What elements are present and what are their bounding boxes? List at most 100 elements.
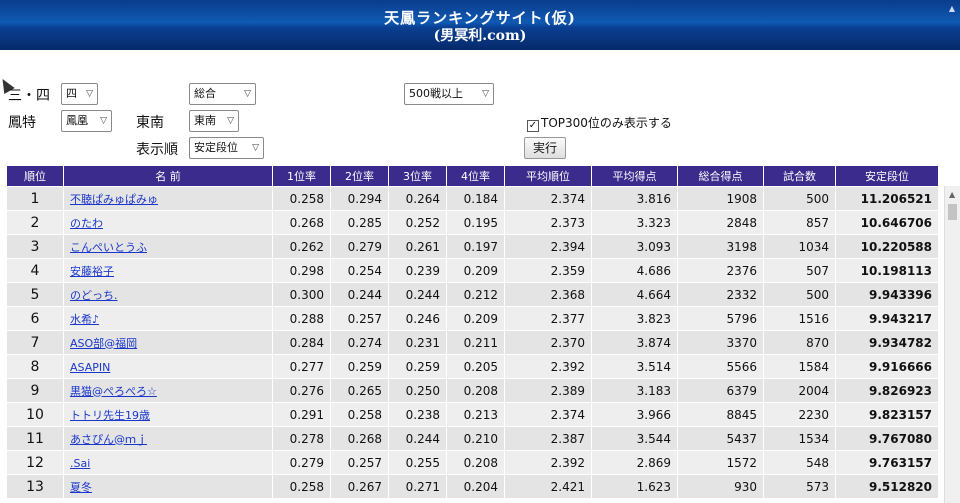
column-header: 名 前 [63, 165, 273, 187]
player-link[interactable]: 夏冬 [70, 481, 92, 494]
stat-cell: 9.512820 [835, 474, 939, 499]
player-link[interactable]: トトリ先生19歳 [70, 409, 150, 422]
games-select[interactable]: 500戦以上 ▽ [404, 83, 494, 105]
table-row: 11 あさぴん@ｍｊ 0.278 0.268 0.244 0.210 2.387 3.544 5… [6, 426, 939, 451]
chevron-down-icon: ▽ [227, 116, 234, 126]
stat-cell: 11.206521 [835, 186, 939, 211]
scroll-up-icon[interactable]: ▲ [949, 190, 955, 199]
stat-cell: 9.943217 [835, 306, 939, 331]
rank-cell: 3 [6, 234, 64, 259]
chevron-down-icon: ▽ [100, 116, 107, 126]
stat-cell: 2.392 [504, 450, 592, 475]
stat-cell: 9.826923 [835, 378, 939, 403]
stat-cell: 9.934782 [835, 330, 939, 355]
stat-cell: 2.869 [591, 450, 678, 475]
order-select[interactable]: 安定段位 ▽ [189, 137, 264, 159]
stat-cell: 0.197 [446, 234, 505, 259]
stat-cell: 2.394 [504, 234, 592, 259]
games-select-value: 500戦以上 [409, 87, 463, 100]
stat-cell: 1034 [763, 234, 836, 259]
rank-cell: 12 [6, 450, 64, 475]
stat-cell: 573 [763, 474, 836, 499]
stat-cell: 0.261 [388, 234, 447, 259]
player-name-cell: あさぴん@ｍｊ [63, 426, 273, 451]
player-name-cell: こんぺいとうふ [63, 234, 273, 259]
players-select[interactable]: 四 ▽ [61, 83, 98, 105]
table-scrollbar[interactable]: ▲ [944, 186, 960, 503]
stat-cell: 0.204 [446, 474, 505, 499]
stat-cell: 0.213 [446, 402, 505, 427]
stat-cell: 0.259 [388, 354, 447, 379]
stat-cell: 0.244 [388, 282, 447, 307]
stat-cell: 3.544 [591, 426, 678, 451]
stat-cell: 0.262 [272, 234, 331, 259]
stat-cell: 0.278 [272, 426, 331, 451]
stat-cell: 6379 [677, 378, 764, 403]
player-link[interactable]: こんぺいとうふ [70, 241, 147, 254]
stat-cell: 0.212 [446, 282, 505, 307]
stat-cell: 0.271 [388, 474, 447, 499]
round-select[interactable]: 東南 ▽ [189, 110, 239, 132]
stat-cell: 1516 [763, 306, 836, 331]
player-name-cell: ASAPIN [63, 354, 273, 379]
stat-cell: 10.646706 [835, 210, 939, 235]
chevron-down-icon: ▽ [244, 89, 251, 99]
stat-cell: 0.254 [330, 258, 389, 283]
column-header: 平均得点 [591, 165, 678, 187]
player-link[interactable]: 不聴ぱみゅぱみゅ [70, 193, 158, 206]
stat-cell: 0.250 [388, 378, 447, 403]
player-name-cell: 黒猫@ぺろぺろ☆ [63, 378, 273, 403]
stat-cell: 0.210 [446, 426, 505, 451]
rank-cell: 7 [6, 330, 64, 355]
stat-cell: 2848 [677, 210, 764, 235]
player-link[interactable]: 水希♪ [70, 313, 99, 326]
player-link[interactable]: のどっち. [70, 289, 118, 302]
run-button[interactable]: 実行 [524, 137, 566, 159]
player-link[interactable]: 黒猫@ぺろぺろ☆ [70, 385, 157, 398]
player-link[interactable]: あさぴん@ｍｊ [70, 433, 147, 446]
top300-checkbox[interactable]: ✓ TOP300位のみ表示する [527, 114, 672, 132]
stat-cell: 0.195 [446, 210, 505, 235]
stat-cell: 0.258 [272, 186, 331, 211]
player-name-cell: 水希♪ [63, 306, 273, 331]
stat-cell: 2332 [677, 282, 764, 307]
rule-select[interactable]: 鳳凰 ▽ [61, 110, 112, 132]
player-name-cell: .Sai [63, 450, 273, 475]
stat-cell: 4.686 [591, 258, 678, 283]
stat-cell: 0.284 [272, 330, 331, 355]
stat-cell: 930 [677, 474, 764, 499]
filter-form: 三・四 四 ▽ 総合 ▽ 500戦以上 ▽ 鳳特 鳳凰 ▽ 東南 東南 ▽ ✓ T… [0, 70, 960, 165]
rank-cell: 5 [6, 282, 64, 307]
page-scroll-up-icon[interactable]: ▲ [946, 4, 958, 14]
stat-cell: 0.265 [330, 378, 389, 403]
player-link[interactable]: ASAPIN [70, 361, 110, 374]
player-link[interactable]: .Sai [70, 457, 90, 470]
stat-cell: 0.279 [330, 234, 389, 259]
stat-cell: 5566 [677, 354, 764, 379]
stat-cell: 10.220588 [835, 234, 939, 259]
stat-cell: 0.258 [330, 402, 389, 427]
player-name-cell: のどっち. [63, 282, 273, 307]
rank-cell: 6 [6, 306, 64, 331]
round-label: 東南 [136, 115, 164, 131]
table-row: 1 不聴ぱみゅぱみゅ 0.258 0.294 0.264 0.184 2.374 3.816 1… [6, 186, 939, 211]
scrollbar-thumb[interactable] [948, 204, 957, 220]
player-link[interactable]: 安藤裕子 [70, 265, 114, 278]
stat-cell: 0.208 [446, 450, 505, 475]
player-link[interactable]: のたわ [70, 217, 103, 230]
stat-cell: 3.514 [591, 354, 678, 379]
stat-cell: 0.231 [388, 330, 447, 355]
column-header: 4位率 [446, 165, 505, 187]
stat-cell: 2.421 [504, 474, 592, 499]
column-header: 試合数 [763, 165, 836, 187]
player-link[interactable]: ASO部@福岡 [70, 337, 137, 350]
stat-cell: 0.238 [388, 402, 447, 427]
stat-cell: 2.373 [504, 210, 592, 235]
stat-cell: 870 [763, 330, 836, 355]
stat-cell: 2.370 [504, 330, 592, 355]
stat-cell: 3.823 [591, 306, 678, 331]
stat-cell: 0.294 [330, 186, 389, 211]
type-select[interactable]: 総合 ▽ [189, 83, 256, 105]
stat-cell: 0.211 [446, 330, 505, 355]
stat-cell: 9.767080 [835, 426, 939, 451]
